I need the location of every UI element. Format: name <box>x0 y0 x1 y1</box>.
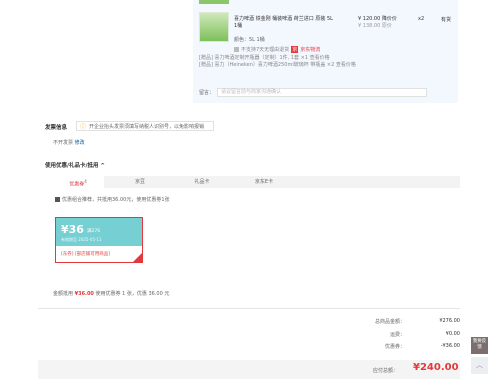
total-label: 应付总额： <box>373 368 399 374</box>
coupon-scope: [东券] [部店铺可用商品] <box>61 252 110 257</box>
jd-tag: 京 <box>291 46 299 53</box>
promo-text: 不支持7天无理由退货 <box>241 47 290 53</box>
product-qty: x2 <box>418 16 425 22</box>
product-name[interactable]: 喜力啤酒 铁金刚 桶装啤酒 荷兰进口 原装 5L 1桶 <box>234 16 334 30</box>
invoice-status-line: 不开发票 修改 <box>53 139 85 146</box>
tab-e-card[interactable]: 京东E卡 <box>238 176 290 188</box>
recommend-checkbox[interactable] <box>55 197 60 202</box>
tab-jingdou[interactable]: 京豆 <box>114 176 166 188</box>
summary-value: ¥0.00 <box>445 331 460 337</box>
feedback-button[interactable]: 我要反馈 <box>471 337 488 354</box>
gift-line[interactable]: [赠品] 喜力啤酒定制开瓶器（定制）1件, 1套 ×1 查看价格 <box>199 55 356 62</box>
back-to-top-button[interactable]: ︿ <box>471 357 488 374</box>
tab-coupon-label: 优惠券 <box>69 181 85 188</box>
coupon-expiry: 有效期至 2025-05-11 <box>61 237 102 242</box>
stock-status: 有货 <box>441 17 452 23</box>
prev-product-thumbnail[interactable] <box>199 0 229 4</box>
divider <box>38 308 460 309</box>
product-price: ¥ 120.00 降价价 ¥ 138.00 原价 <box>358 16 397 30</box>
invoice-status: 不开发票 <box>53 140 74 146</box>
coupon-tabs: 优惠券4 京豆 礼品卡 京东E卡 <box>52 176 460 188</box>
current-price: ¥ 120.00 降价价 <box>358 16 397 22</box>
up-arrow-icon: ︿ <box>476 361 483 369</box>
total-value: ¥240.00 <box>413 362 459 373</box>
note-label: 留言： <box>199 90 215 96</box>
discount-suffix: 使用优惠券 1 张，优惠 36.00 元 <box>95 291 170 297</box>
coupon-amount: ¥36 <box>61 223 84 236</box>
summary-label: 总商品金额： <box>374 319 405 325</box>
original-price: ¥ 138.00 原价 <box>358 23 392 29</box>
gift-line[interactable]: [赠品] 喜力（Heineken）喜力啤酒250ml玻璃杯 带瓶盖 ×2 查看价… <box>199 62 356 69</box>
product-promo: 不支持7天无理由退货 京 京东物流 <box>234 46 320 53</box>
jd-logistics: 京东物流 <box>300 47 321 53</box>
summary-value: -¥36.00 <box>440 343 460 349</box>
discount-amount: ¥36.00 <box>74 291 94 297</box>
invoice-modify-link[interactable]: 修改 <box>75 140 85 146</box>
tab-coupon-badge: 4 <box>84 179 87 184</box>
note-row: 留言： 请议留言前与商家沟通确认 <box>199 88 428 97</box>
no-return-icon <box>234 47 239 52</box>
product-color: 颜色：5L 1桶 <box>234 37 265 43</box>
recommend-text: 优惠组合推荐，共抵用36.00元，使用优惠券1张 <box>62 197 170 203</box>
invoice-notice-text: 开企业抬头发票须填写纳税人识别号，以免影响报销 <box>89 123 205 130</box>
info-icon: ⓘ <box>80 123 87 131</box>
summary-label: 运费： <box>389 332 405 338</box>
selected-check-icon <box>133 253 142 262</box>
coupon-recommend[interactable]: 优惠组合推荐，共抵用36.00元，使用优惠券1张 <box>55 196 170 203</box>
product-thumbnail[interactable] <box>199 12 229 42</box>
coupon-section-title[interactable]: 使用优惠/礼品卡/抵用 ^ <box>45 161 105 169</box>
product-card: 喜力啤酒 铁金刚 桶装啤酒 荷兰进口 原装 5L 1桶 颜色：5L 1桶 不支持… <box>193 0 458 103</box>
invoice-notice: ⓘ 开企业抬头发票须填写纳税人识别号，以免影响报销 <box>76 121 214 131</box>
coupon-card[interactable]: ¥36 满276 有效期至 2025-05-11 [东券] [部店铺可用商品] <box>55 217 143 263</box>
tab-coupon[interactable]: 优惠券4 <box>52 176 104 188</box>
gift-list: [赠品] 喜力啤酒定制开瓶器（定制）1件, 1套 ×1 查看价格 [赠品] 喜力… <box>199 55 356 69</box>
note-input[interactable]: 请议留言前与商家沟通确认 <box>217 88 428 97</box>
invoice-title: 发票信息 <box>45 125 68 131</box>
summary-value: ¥276.00 <box>439 318 460 324</box>
discount-line: 金额抵用 ¥36.00 使用优惠券 1 张，优惠 36.00 元 <box>53 290 169 297</box>
coupon-condition: 满276 <box>87 229 101 234</box>
summary-label: 优惠券： <box>384 344 405 350</box>
discount-prefix: 金额抵用 <box>53 291 74 297</box>
tab-gift-card[interactable]: 礼品卡 <box>176 176 228 188</box>
